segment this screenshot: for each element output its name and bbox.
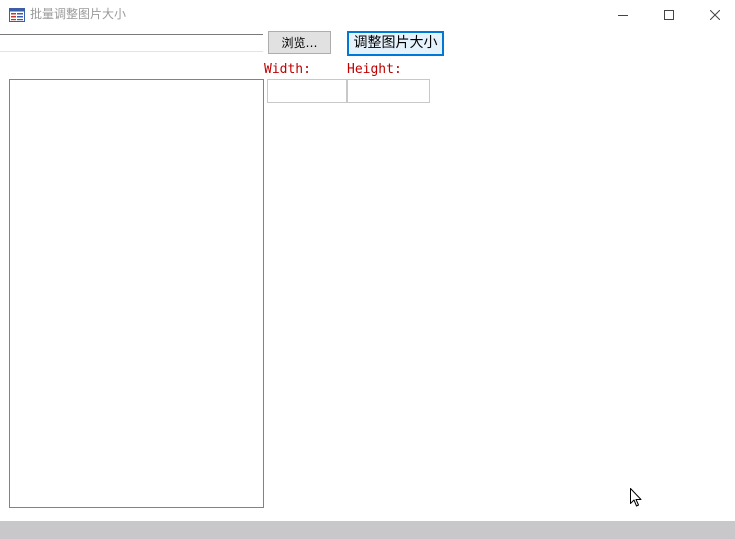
width-input[interactable]	[267, 79, 347, 103]
folder-path-input[interactable]	[0, 34, 263, 52]
form-window-icon	[9, 7, 25, 22]
browse-button[interactable]: 浏览…	[268, 31, 331, 54]
title-bar: 批量调整图片大小	[0, 0, 735, 30]
window-title: 批量调整图片大小	[30, 7, 127, 21]
width-label: Width:	[264, 62, 311, 77]
mouse-cursor-icon	[630, 488, 642, 511]
height-label: Height:	[347, 62, 402, 77]
maximize-icon	[664, 10, 674, 20]
resize-images-button[interactable]: 调整图片大小	[347, 31, 444, 56]
file-list-box[interactable]	[9, 79, 264, 508]
minimize-icon	[618, 15, 628, 16]
minimize-button[interactable]	[600, 0, 646, 30]
height-input[interactable]	[347, 79, 430, 103]
close-icon	[710, 10, 720, 20]
close-button[interactable]	[692, 0, 735, 30]
status-bar	[0, 521, 735, 539]
maximize-button[interactable]	[646, 0, 692, 30]
